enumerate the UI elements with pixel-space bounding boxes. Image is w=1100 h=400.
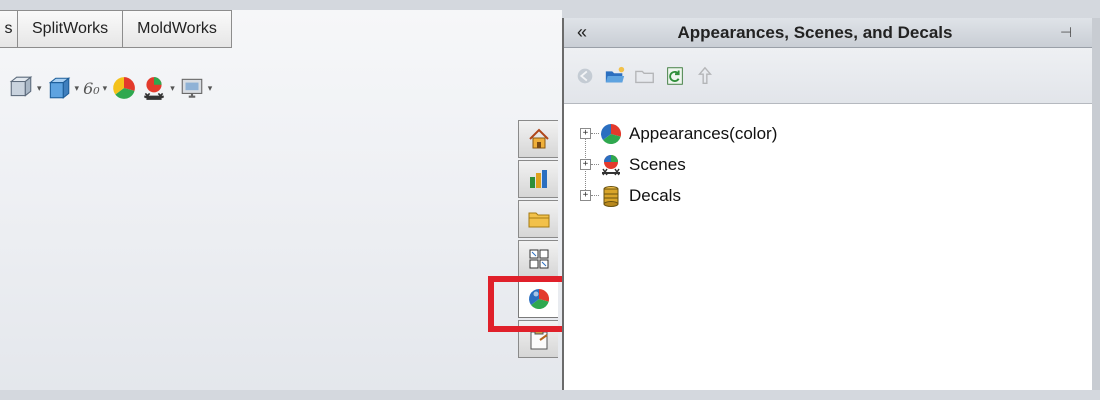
tab-moldworks[interactable]: MoldWorks bbox=[123, 10, 232, 48]
design-library-icon bbox=[527, 167, 551, 191]
display-style-button[interactable]: ▾ bbox=[46, 75, 80, 101]
appearance-ball-icon bbox=[599, 122, 623, 146]
expand-toggle[interactable]: + bbox=[580, 190, 591, 201]
hide-show-items-button[interactable]: 6₀ ▾ bbox=[83, 79, 107, 98]
tab-custom-properties[interactable] bbox=[518, 320, 558, 358]
command-manager-tabs: s SplitWorks MoldWorks bbox=[0, 10, 232, 48]
up-icon[interactable] bbox=[694, 65, 716, 87]
dropdown-arrow: ▾ bbox=[37, 82, 42, 93]
heads-up-view-toolbar: ▾ ▾ 6₀ ▾ ▾ ▾ bbox=[8, 72, 212, 104]
task-pane-title: Appearances, Scenes, and Decals bbox=[677, 22, 953, 42]
tab-view-palette[interactable] bbox=[518, 240, 558, 278]
appearance-tree: + Appearances(color) + Scenes + Decals bbox=[564, 104, 1092, 211]
open-folder-icon[interactable] bbox=[604, 65, 626, 87]
tab-label: MoldWorks bbox=[137, 20, 217, 37]
apply-scene-button[interactable]: ▾ bbox=[141, 75, 175, 101]
scene-icon bbox=[599, 153, 623, 177]
tree-item-decals[interactable]: + Decals bbox=[580, 180, 1092, 211]
tree-item-label: Scenes bbox=[629, 154, 686, 174]
tree-item-label: Appearances(color) bbox=[629, 123, 778, 143]
tree-item-label: Decals bbox=[629, 185, 681, 205]
new-folder-icon[interactable] bbox=[634, 65, 656, 87]
tree-connector bbox=[591, 195, 599, 196]
tab-solidworks-resources[interactable] bbox=[518, 120, 558, 158]
tab-label: SplitWorks bbox=[32, 20, 109, 37]
tree-connector bbox=[591, 164, 599, 165]
display-style-icon bbox=[46, 75, 72, 101]
clipboard-icon bbox=[527, 327, 551, 351]
task-pane-tab-bar bbox=[518, 120, 558, 358]
tab-appearances-scenes-decals[interactable] bbox=[518, 280, 558, 318]
tree-item-scenes[interactable]: + Scenes bbox=[580, 149, 1092, 180]
dropdown-arrow: ▾ bbox=[102, 82, 108, 93]
tree-item-appearances[interactable]: + Appearances(color) bbox=[580, 118, 1092, 149]
appearance-ball-icon bbox=[527, 287, 551, 311]
refresh-icon[interactable] bbox=[664, 65, 686, 87]
dropdown-arrow: ▾ bbox=[207, 82, 213, 93]
pin-icon[interactable]: ⊣ bbox=[1060, 24, 1092, 41]
view-orientation-icon bbox=[8, 75, 34, 101]
back-icon[interactable] bbox=[574, 65, 596, 87]
edit-appearance-button[interactable] bbox=[111, 75, 137, 101]
edit-appearance-icon bbox=[111, 75, 137, 101]
apply-scene-icon bbox=[141, 75, 167, 101]
view-orientation-button[interactable]: ▾ bbox=[8, 75, 42, 101]
pane-scrollbar-edge bbox=[1092, 18, 1100, 390]
tab-label: s bbox=[4, 20, 13, 37]
dropdown-arrow: ▾ bbox=[170, 82, 175, 93]
view-settings-icon bbox=[179, 75, 205, 101]
tab-partial[interactable]: s bbox=[0, 10, 18, 48]
task-pane-toolbar bbox=[564, 48, 1092, 104]
task-pane-header: « Appearances, Scenes, and Decals ⊣ bbox=[564, 18, 1092, 48]
view-palette-icon bbox=[527, 247, 551, 271]
graphics-area[interactable]: s SplitWorks MoldWorks ▾ ▾ 6₀ ▾ ▾ ▾ bbox=[0, 10, 562, 390]
task-pane: « Appearances, Scenes, and Decals ⊣ + Ap bbox=[562, 18, 1092, 390]
expand-toggle[interactable]: + bbox=[580, 128, 591, 139]
view-settings-button[interactable]: ▾ bbox=[179, 75, 213, 101]
tree-connector bbox=[591, 133, 599, 134]
tab-splitworks[interactable]: SplitWorks bbox=[18, 10, 124, 48]
expand-toggle[interactable]: + bbox=[580, 159, 591, 170]
hide-show-items-icon: 6₀ bbox=[83, 78, 100, 98]
collapse-button[interactable]: « bbox=[564, 22, 600, 43]
tab-file-explorer[interactable] bbox=[518, 200, 558, 238]
folder-icon bbox=[527, 207, 551, 231]
decal-icon bbox=[599, 184, 623, 208]
dropdown-arrow: ▾ bbox=[74, 82, 80, 93]
tab-design-library[interactable] bbox=[518, 160, 558, 198]
home-icon bbox=[527, 127, 551, 151]
